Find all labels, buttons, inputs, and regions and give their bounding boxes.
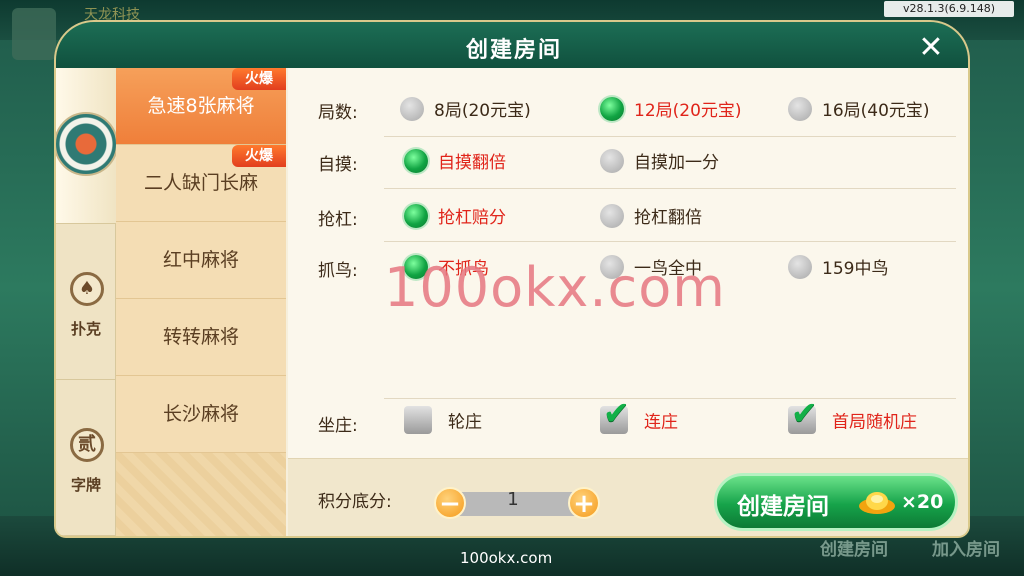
create-room-dialog: 创建房间 ✕ ♠ 扑克 贰 字牌 急速8张麻将 火爆 二人缺门长麻 火爆 红中麻…: [54, 20, 970, 538]
divider: [384, 241, 956, 242]
game-item-label: 红中麻将: [162, 249, 239, 271]
rounds-label: 局数:: [318, 103, 358, 123]
close-icon[interactable]: ✕: [914, 32, 948, 66]
radio-selected-icon: [404, 203, 428, 228]
lobby-join-room: 加入房间: [932, 540, 1000, 560]
game-item-label: 长沙麻将: [162, 403, 239, 425]
divider: [384, 188, 956, 189]
rounds-option-8[interactable]: 8局(20元宝): [400, 96, 531, 121]
column-pattern: [116, 453, 286, 536]
game-item-hongzhong[interactable]: 红中麻将: [116, 222, 286, 299]
checkbox-checked-icon: [788, 394, 818, 434]
checkbox-checked-icon: [600, 394, 630, 434]
plus-icon[interactable]: +: [568, 487, 600, 519]
qianggang-label: 抢杠:: [318, 210, 358, 230]
category-zipai[interactable]: 贰 字牌: [56, 380, 116, 536]
lobby-create-room: 创建房间: [820, 540, 888, 560]
zhuaniao-option-159[interactable]: 159中鸟: [788, 254, 888, 279]
category-poker[interactable]: ♠ 扑克: [56, 224, 116, 380]
radio-icon: [400, 96, 424, 121]
game-item-changsha[interactable]: 长沙麻将: [116, 376, 286, 453]
bottom-bar: 积分底分: 1 − + 创建房间 ×20: [288, 458, 968, 536]
rounds-option-12[interactable]: 12局(20元宝): [600, 96, 742, 121]
create-room-cost: ×20: [901, 491, 944, 513]
radio-selected-icon: [404, 254, 428, 279]
spade-icon: ♠: [70, 272, 104, 306]
dialog-title: 创建房间: [465, 38, 562, 63]
game-item-zhuanzhuan[interactable]: 转转麻将: [116, 299, 286, 376]
game-item-jisu8[interactable]: 急速8张麻将 火爆: [116, 68, 286, 145]
hot-badge: 火爆: [232, 68, 286, 90]
game-item-label: 转转麻将: [162, 326, 239, 348]
create-room-button[interactable]: 创建房间 ×20: [714, 473, 958, 531]
zhuaniao-label: 抓鸟:: [318, 261, 358, 281]
game-item-label: 二人缺门长麻: [143, 172, 258, 194]
radio-icon: [600, 148, 624, 173]
divider: [384, 136, 956, 137]
footer-url: 100okx.com: [460, 549, 553, 567]
divider: [384, 398, 956, 399]
radio-selected-icon: [404, 148, 428, 173]
zuozhuang-label: 坐庄:: [318, 416, 358, 436]
qianggang-option-pay[interactable]: 抢杠赔分: [404, 203, 506, 228]
dialog-body: ♠ 扑克 贰 字牌 急速8张麻将 火爆 二人缺门长麻 火爆 红中麻将 转转麻将: [54, 68, 970, 538]
minus-icon[interactable]: −: [434, 487, 466, 519]
zhuaniao-option-none[interactable]: 不抓鸟: [404, 254, 489, 279]
game-type-column: 急速8张麻将 火爆 二人缺门长麻 火爆 红中麻将 转转麻将 长沙麻将: [116, 68, 286, 536]
zuozhuang-option-random[interactable]: 首局随机庄: [788, 394, 917, 434]
dialog-header: 创建房间 ✕: [54, 20, 970, 72]
radio-icon: [600, 203, 624, 228]
category-mahjong[interactable]: [56, 68, 118, 224]
radio-icon: [788, 96, 812, 121]
zimo-label: 自摸:: [318, 155, 358, 175]
home-icon: [12, 8, 56, 60]
zimo-option-plusone[interactable]: 自摸加一分: [600, 148, 719, 173]
zuozhuang-option-rotate[interactable]: 轮庄: [404, 406, 482, 434]
create-room-label: 创建房间: [737, 494, 829, 520]
version-label: v28.1.3(6.9.148): [884, 1, 1014, 17]
score-label: 积分底分:: [318, 492, 392, 512]
zuozhuang-option-continue[interactable]: 连庄: [600, 394, 678, 434]
options-panel: 局数: 8局(20元宝) 12局(20元宝) 16局(40元宝) 自摸: 自摸翻…: [288, 68, 968, 458]
hot-badge: 火爆: [232, 145, 286, 167]
radio-selected-icon: [600, 96, 624, 121]
radio-icon: [788, 254, 812, 279]
category-column: ♠ 扑克 贰 字牌: [56, 68, 118, 536]
mahjong-emblem-icon: [56, 112, 118, 176]
qianggang-option-double[interactable]: 抢杠翻倍: [600, 203, 702, 228]
category-zipai-label: 字牌: [70, 476, 101, 494]
gold-ingot-icon: [859, 492, 895, 514]
radio-icon: [600, 254, 624, 279]
zipai-icon: 贰: [70, 428, 104, 462]
zimo-option-double[interactable]: 自摸翻倍: [404, 148, 506, 173]
game-item-label: 急速8张麻将: [147, 95, 255, 117]
zhuaniao-option-one[interactable]: 一鸟全中: [600, 254, 702, 279]
game-item-erren[interactable]: 二人缺门长麻 火爆: [116, 145, 286, 222]
rounds-option-16[interactable]: 16局(40元宝): [788, 96, 930, 121]
category-poker-label: 扑克: [70, 320, 101, 338]
checkbox-icon: [404, 406, 432, 434]
